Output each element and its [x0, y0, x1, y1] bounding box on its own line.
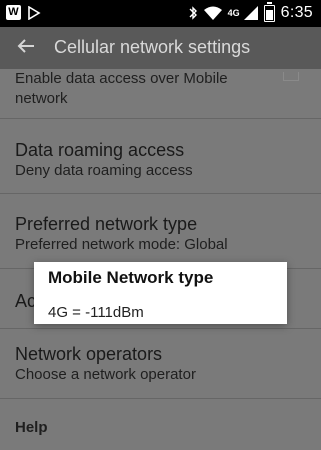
- setting-network-operators[interactable]: Network operators Choose a network opera…: [15, 343, 306, 385]
- status-right-icons: 4G 6:35: [188, 1, 313, 22]
- setting-network-operators-title: Network operators: [15, 344, 163, 364]
- status-left-icons: W: [6, 5, 41, 20]
- setting-data-roaming[interactable]: Data roaming access Deny data roaming ac…: [15, 139, 306, 181]
- battery-icon: [263, 1, 275, 22]
- network-type-label: 4G: [227, 8, 240, 18]
- app-bar: Cellular network settings: [0, 27, 321, 69]
- dialog-body: 4G = -111dBm: [48, 304, 144, 321]
- divider: [0, 328, 321, 329]
- status-bar: W 4G 6:35: [0, 0, 321, 27]
- bluetooth-icon: [189, 6, 197, 20]
- back-arrow-icon[interactable]: [14, 34, 38, 58]
- mobile-network-type-dialog[interactable]: Mobile Network type 4G = -111dBm: [34, 262, 287, 324]
- setting-mobile-data[interactable]: Enable data access over Mobile network: [15, 69, 306, 109]
- w-badge-icon: W: [6, 5, 21, 20]
- page-title: Cellular network settings: [54, 37, 251, 57]
- setting-preferred-network-title: Preferred network type: [15, 214, 198, 234]
- setting-preferred-network-subtitle: Preferred network mode: Global: [15, 236, 228, 253]
- divider: [0, 118, 321, 119]
- divider: [0, 193, 321, 194]
- setting-help-title: Help: [15, 419, 48, 436]
- mobile-data-checkbox[interactable]: [283, 72, 299, 81]
- signal-icon: [243, 6, 258, 20]
- setting-preferred-network[interactable]: Preferred network type Preferred network…: [15, 213, 306, 255]
- setting-help[interactable]: Help: [15, 418, 306, 438]
- setting-mobile-data-subtitle-2: network: [15, 90, 68, 107]
- setting-mobile-data-subtitle-1: Enable data access over Mobile: [15, 70, 228, 87]
- setting-network-operators-subtitle: Choose a network operator: [15, 366, 196, 383]
- dialog-title: Mobile Network type: [48, 268, 214, 287]
- status-time: 6:35: [280, 4, 313, 21]
- wifi-icon: [203, 6, 222, 20]
- setting-data-roaming-subtitle: Deny data roaming access: [15, 162, 193, 179]
- setting-data-roaming-title: Data roaming access: [15, 140, 185, 160]
- play-icon: [28, 5, 41, 20]
- divider: [0, 398, 321, 399]
